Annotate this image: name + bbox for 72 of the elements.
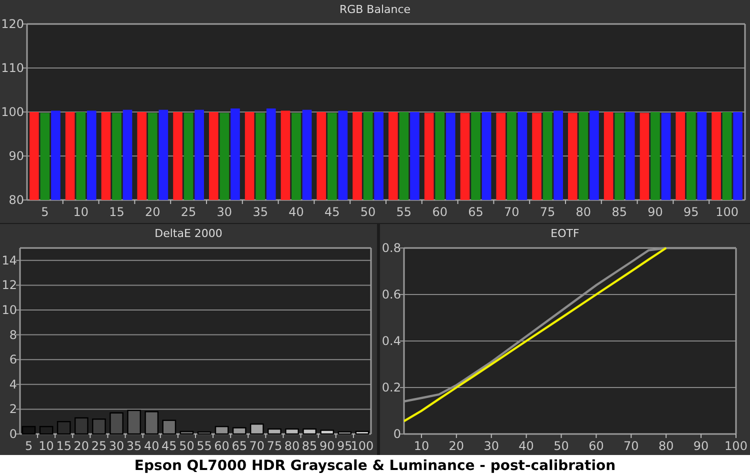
axis-label: 90 xyxy=(319,439,335,453)
axis-label: 35 xyxy=(126,439,142,453)
axis-label: 40 xyxy=(288,205,304,219)
axis-label: 60 xyxy=(432,205,448,219)
axis-label: 4 xyxy=(9,377,17,392)
axis-label: 90 xyxy=(8,149,24,163)
axis-label: 65 xyxy=(232,439,248,453)
axis-label: 85 xyxy=(612,205,627,219)
axis-label: 50 xyxy=(179,439,194,453)
axis-label: 50 xyxy=(554,439,569,453)
chart-title: RGB Balance xyxy=(339,3,411,16)
chart-title: EOTF xyxy=(550,227,580,240)
axis-label: 14 xyxy=(2,253,17,268)
axis-label: 2 xyxy=(9,402,17,416)
axis-label: 5 xyxy=(41,205,49,219)
axis-label: 55 xyxy=(196,439,212,453)
axis-label: 35 xyxy=(252,205,268,219)
caption: Epson QL7000 HDR Grayscale & Luminance - post-calibration xyxy=(134,458,616,474)
axis-label: 0.4 xyxy=(382,334,401,348)
axis-label: 120 xyxy=(1,17,24,31)
axis-label: 25 xyxy=(91,439,107,453)
axis-label: 75 xyxy=(540,205,556,219)
axis-label: 25 xyxy=(180,205,196,219)
axis-label: 95 xyxy=(337,439,352,453)
axis-label: 45 xyxy=(324,205,340,219)
chart-title: DeltaE 2000 xyxy=(154,227,222,240)
axis-label: 60 xyxy=(588,439,604,453)
axis-label: 110 xyxy=(1,61,24,75)
axis-label: 65 xyxy=(468,205,484,219)
axis-label: 30 xyxy=(216,205,232,219)
axis-label: 100 xyxy=(350,439,374,453)
axis-label: 85 xyxy=(302,439,318,453)
axis-label: 15 xyxy=(56,439,72,453)
axis-label: 10 xyxy=(2,303,17,317)
axis-label: 40 xyxy=(144,439,160,453)
axis-label: 10 xyxy=(414,439,430,453)
axis-label: 55 xyxy=(396,205,412,219)
axis-label: 5 xyxy=(24,439,33,453)
axis-label: 95 xyxy=(684,205,699,219)
axis-label: 50 xyxy=(360,205,376,219)
axis-label: 45 xyxy=(162,439,177,453)
axis-label: 70 xyxy=(504,205,520,219)
axis-label: 10 xyxy=(73,205,88,219)
axis-label: 75 xyxy=(266,439,282,453)
axis-label: 90 xyxy=(648,205,663,219)
axis-label: 70 xyxy=(624,439,639,453)
axis-label: 60 xyxy=(214,439,230,453)
axis-label: 90 xyxy=(693,439,709,453)
axis-label: 0 xyxy=(9,427,17,441)
axis-label: 0.6 xyxy=(382,288,401,302)
axis-label: 15 xyxy=(109,205,124,219)
axis-label: 0 xyxy=(393,427,401,441)
axis-label: 70 xyxy=(249,439,265,453)
axis-label: 80 xyxy=(576,205,592,219)
axis-label: 0.2 xyxy=(382,380,401,394)
axis-label: 30 xyxy=(484,439,499,453)
axis-label: 100 xyxy=(1,105,24,119)
axis-label: 12 xyxy=(2,278,17,292)
axis-label: 6 xyxy=(9,352,17,367)
axis-label: 30 xyxy=(108,439,124,453)
axis-label: 10 xyxy=(38,439,54,453)
axis-label: 40 xyxy=(518,439,534,453)
axis-label: 80 xyxy=(8,193,24,207)
axis-label: 0.8 xyxy=(382,241,401,255)
axis-label: 100 xyxy=(724,439,748,453)
axis-label: 20 xyxy=(145,205,160,219)
axis-label: 20 xyxy=(448,439,464,453)
axis-label: 80 xyxy=(658,439,674,453)
axis-label: 100 xyxy=(716,205,738,219)
axis-label: 8 xyxy=(9,328,17,342)
axis-label: 80 xyxy=(284,439,300,453)
axis-label: 20 xyxy=(74,439,90,453)
